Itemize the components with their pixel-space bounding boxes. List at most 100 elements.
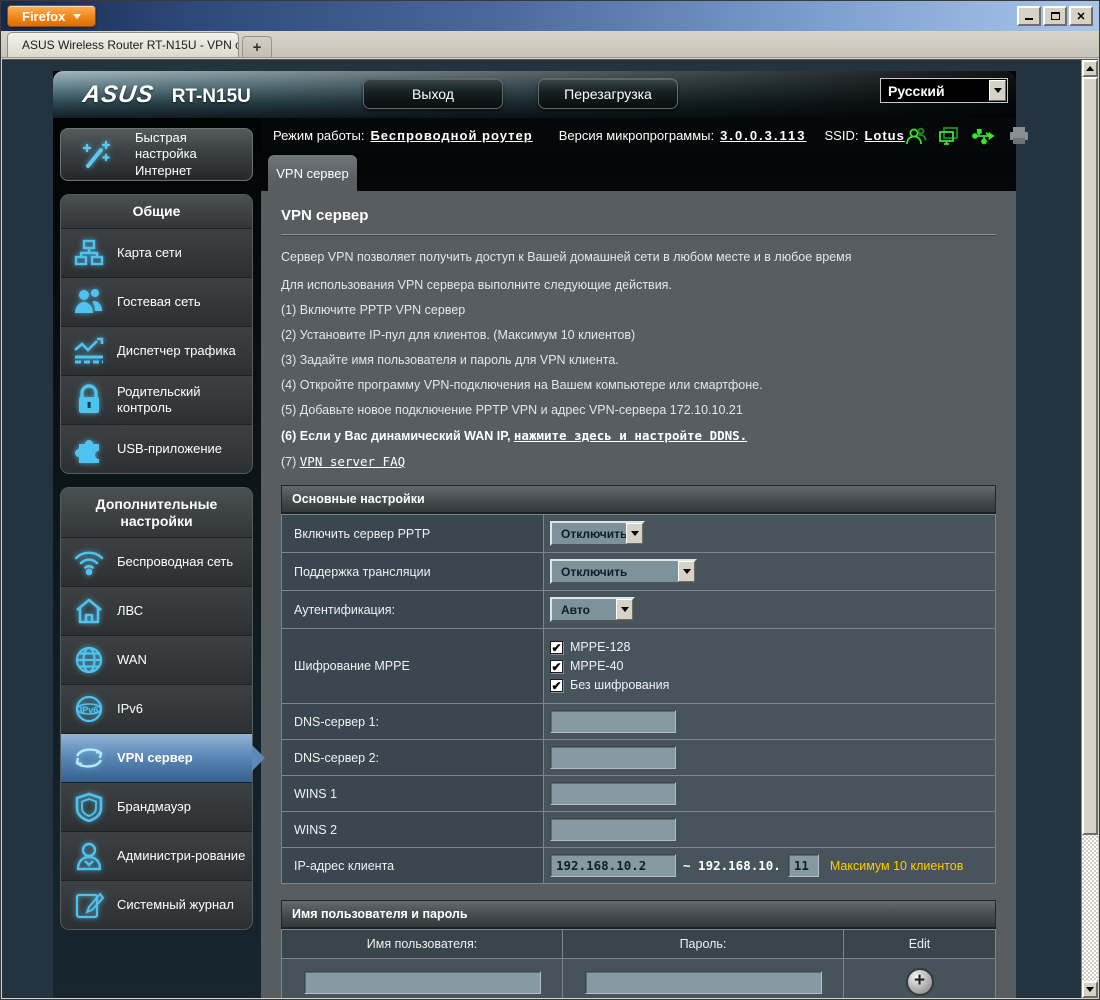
instructions: Для использования VPN сервера выполните … bbox=[281, 278, 996, 469]
firmware-link[interactable]: 3.0.0.3.113 bbox=[720, 128, 806, 143]
logout-button[interactable]: Выход bbox=[363, 78, 503, 109]
table-row: Аутентификация: Авто bbox=[281, 590, 996, 629]
ddns-link[interactable]: нажмите здесь и настройте DDNS. bbox=[514, 428, 747, 443]
sidebar-item-quick-setup[interactable]: Быстрая настройка Интернет bbox=[60, 128, 253, 181]
usb-icon[interactable] bbox=[971, 127, 997, 145]
sidebar-item-label: Администри-рование bbox=[117, 848, 246, 864]
wins1-input[interactable] bbox=[550, 782, 676, 805]
maximize-button[interactable] bbox=[1043, 6, 1067, 26]
sidebar-item-traffic-manager[interactable]: Диспетчер трафика bbox=[61, 325, 252, 375]
mppe40-checkbox[interactable]: ✔ bbox=[550, 659, 563, 673]
network-clients-icon[interactable] bbox=[938, 126, 960, 146]
sidebar-item-parental-control[interactable]: Родительский контроль bbox=[61, 374, 252, 424]
chevron-down-icon bbox=[73, 13, 82, 19]
browser-tabbar: ASUS Wireless Router RT-N15U - VPN серве… bbox=[1, 31, 1099, 58]
sidebar-item-label: Системный журнал bbox=[117, 897, 234, 913]
scroll-down-button[interactable] bbox=[1082, 981, 1098, 998]
browser-tab[interactable]: ASUS Wireless Router RT-N15U - VPN серве… bbox=[7, 32, 239, 57]
accounts-header: Имя пользователя и пароль bbox=[281, 900, 996, 929]
vpn-faq-link[interactable]: VPN server FAQ bbox=[300, 454, 405, 469]
sidebar-item-wireless[interactable]: Беспроводная сеть bbox=[61, 537, 252, 587]
mppe128-label: MPPE-128 bbox=[570, 640, 631, 654]
sidebar-item-system-log[interactable]: Системный журнал bbox=[61, 880, 252, 930]
printer-icon[interactable] bbox=[1008, 126, 1030, 145]
browser-titlebar: Firefox ✕ bbox=[1, 1, 1099, 31]
table-row: DNS-сервер 2: bbox=[281, 739, 996, 776]
firefox-menu-button[interactable]: Firefox bbox=[7, 5, 97, 27]
client-ip-label: IP-адрес клиента bbox=[281, 847, 544, 884]
sidebar-item-label: Брандмауэр bbox=[117, 799, 191, 815]
accounts-table: Имя пользователя: Пароль: Edit + bbox=[281, 929, 996, 998]
dns2-label: DNS-сервер 2: bbox=[281, 739, 544, 776]
sidebar-item-label: Быстрая настройка Интернет bbox=[135, 130, 197, 178]
mppe-label: Шифрование MPPE bbox=[281, 628, 544, 704]
broadcast-select[interactable]: Отключить bbox=[550, 559, 697, 584]
status-icons bbox=[905, 126, 1034, 146]
table-row: + bbox=[281, 958, 996, 998]
page-title: VPN сервер bbox=[281, 207, 369, 224]
mppe128-checkbox[interactable]: ✔ bbox=[550, 640, 563, 654]
basic-settings-header: Основные настройки bbox=[281, 485, 996, 514]
client-ip-start-input[interactable] bbox=[550, 854, 676, 877]
network-map-icon bbox=[61, 238, 117, 268]
add-account-button[interactable]: + bbox=[905, 968, 934, 996]
auth-select-value: Авто bbox=[561, 602, 590, 617]
sidebar-item-label: Беспроводная сеть bbox=[117, 554, 234, 570]
no-encryption-label: Без шифрования bbox=[570, 678, 670, 692]
sidebar-item-lan[interactable]: ЛВС bbox=[61, 586, 252, 636]
mode-link[interactable]: Беспроводной роутер bbox=[370, 128, 532, 143]
username-column-header: Имя пользователя: bbox=[281, 929, 563, 959]
dns2-input[interactable] bbox=[550, 746, 676, 769]
guest-network-icon bbox=[61, 287, 117, 317]
firefox-menu-label: Firefox bbox=[22, 8, 66, 24]
asus-banner: ASUS RT-N15U Выход Перезагрузка Русский bbox=[53, 71, 1016, 118]
scrollbar-thumb[interactable] bbox=[1082, 77, 1098, 835]
minimize-button[interactable] bbox=[1017, 6, 1041, 26]
language-dropdown-button[interactable] bbox=[989, 80, 1006, 101]
dns1-input[interactable] bbox=[550, 710, 676, 733]
vpn-arrows-icon bbox=[61, 744, 117, 772]
chevron-down-icon bbox=[616, 599, 633, 620]
close-button[interactable]: ✕ bbox=[1069, 6, 1093, 26]
tab-vpn-server[interactable]: VPN сервер bbox=[268, 155, 357, 191]
router-page: ASUS RT-N15U Выход Перезагрузка Русский bbox=[53, 71, 1028, 998]
globe-icon bbox=[61, 645, 117, 675]
ssid-link[interactable]: Lotus bbox=[864, 128, 904, 143]
language-select[interactable]: Русский bbox=[880, 78, 1008, 103]
username-input[interactable] bbox=[303, 970, 541, 994]
sidebar-item-administration[interactable]: Администри-рование bbox=[61, 831, 252, 881]
sidebar-item-label: IPv6 bbox=[117, 701, 144, 717]
pptp-select[interactable]: Отключить bbox=[550, 521, 645, 546]
step-2: (2) Установите IP-пул для клиентов. (Мак… bbox=[281, 328, 636, 342]
auth-select[interactable]: Авто bbox=[550, 597, 635, 622]
password-input[interactable] bbox=[584, 970, 822, 994]
client-ip-end-input[interactable] bbox=[787, 854, 819, 877]
router-model: RT-N15U bbox=[171, 85, 251, 107]
status-bar: Режим работы: Беспроводной роутер Версия… bbox=[261, 118, 1028, 153]
vertical-scrollbar[interactable] bbox=[1081, 60, 1098, 998]
no-encryption-checkbox[interactable]: ✔ bbox=[550, 678, 563, 692]
window-controls: ✕ bbox=[1017, 6, 1093, 26]
new-tab-button[interactable]: + bbox=[242, 36, 272, 57]
scroll-up-button[interactable] bbox=[1082, 60, 1098, 77]
clients-icon[interactable] bbox=[905, 126, 927, 146]
nav-group-title: Дополнительные настройки bbox=[61, 487, 252, 538]
puzzle-icon bbox=[61, 434, 117, 464]
sidebar-item-vpn-server[interactable]: VPN сервер bbox=[61, 733, 265, 783]
sidebar-item-guest-network[interactable]: Гостевая сеть bbox=[61, 276, 252, 326]
sidebar-item-ipv6[interactable]: IPv6 IPv6 bbox=[61, 684, 252, 734]
step-1: (1) Включите PPTP VPN сервер bbox=[281, 303, 466, 317]
sidebar-item-label: USB-приложение bbox=[117, 440, 223, 456]
reboot-button[interactable]: Перезагрузка bbox=[538, 78, 678, 109]
sidebar-item-firewall[interactable]: Брандмауэр bbox=[61, 782, 252, 832]
sidebar-item-usb-application[interactable]: USB-приложение bbox=[61, 423, 252, 473]
wins2-input[interactable] bbox=[550, 818, 676, 841]
table-row: IP-адрес клиента ~ 192.168.10. Максимум … bbox=[281, 847, 996, 884]
step-5: (5) Добавьте новое подключение PPTP VPN … bbox=[281, 403, 743, 417]
browser-window: Firefox ✕ ASUS Wireless Router RT-N15U -… bbox=[0, 0, 1100, 1000]
sidebar-item-network-map[interactable]: Карта сети bbox=[61, 227, 252, 277]
sidebar-item-wan[interactable]: WAN bbox=[61, 635, 252, 685]
browser-viewport: ASUS RT-N15U Выход Перезагрузка Русский bbox=[2, 59, 1098, 998]
pptp-label: Включить сервер PPTP bbox=[281, 514, 544, 553]
divider bbox=[281, 234, 996, 236]
